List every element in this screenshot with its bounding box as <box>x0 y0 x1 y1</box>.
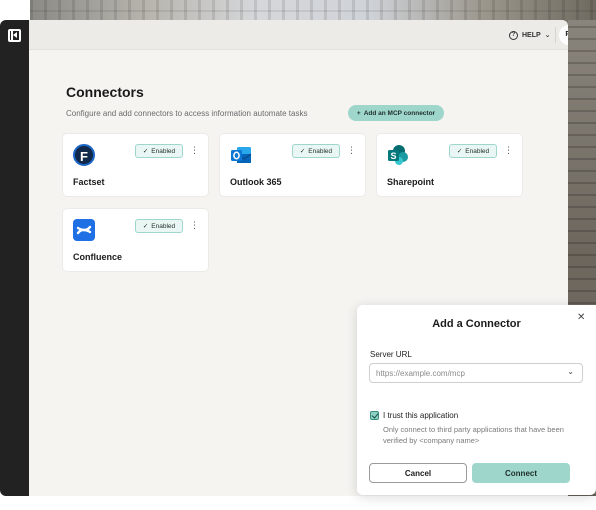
sharepoint-icon: S <box>387 144 409 166</box>
connector-card-confluence[interactable]: ✓ Enabled ⋮ Confluence <box>62 208 209 272</box>
connect-button[interactable]: Connect <box>472 463 570 483</box>
connector-name: Factset <box>73 177 105 187</box>
add-connector-dialog: Add a Connector ✕ Server URL ⌄ I trust t… <box>357 305 596 495</box>
connector-card-sharepoint[interactable]: S ✓ Enabled ⋮ Sharepoint <box>376 133 523 197</box>
chevron-down-icon: ⌄ <box>544 32 551 39</box>
outlook-icon <box>230 144 252 166</box>
check-icon: ✓ <box>142 148 149 155</box>
check-icon: ✓ <box>456 148 463 155</box>
close-icon[interactable]: ✕ <box>577 313 585 323</box>
server-url-field[interactable]: ⌄ <box>369 363 583 383</box>
help-label: HELP <box>522 31 541 39</box>
connector-name: Confluence <box>73 252 123 262</box>
check-icon: ✓ <box>299 148 306 155</box>
dialog-title: Add a Connector <box>432 318 521 330</box>
server-url-label: Server URL <box>370 350 412 359</box>
trust-help-text: Only connect to third party applications… <box>383 425 564 445</box>
avatar[interactable]: PS <box>559 25 568 45</box>
connector-name: Outlook 365 <box>230 177 282 187</box>
app-logo-icon[interactable] <box>8 29 21 42</box>
status-label: Enabled <box>308 147 333 155</box>
check-icon: ✓ <box>142 223 149 230</box>
status-badge[interactable]: ✓ Enabled <box>292 144 340 158</box>
topbar: ? HELP ⌄ PS ⌄ <box>29 20 568 50</box>
status-label: Enabled <box>151 147 176 155</box>
more-options-icon[interactable]: ⋮ <box>190 220 199 230</box>
status-label: Enabled <box>465 147 490 155</box>
sidebar <box>0 20 29 496</box>
status-badge[interactable]: ✓ Enabled <box>135 219 183 233</box>
add-mcp-connector-button[interactable]: + Add an MCP connector <box>348 105 444 121</box>
connector-card-factset[interactable]: F ✓ Enabled ⋮ Factset <box>62 133 209 197</box>
connector-card-outlook-365[interactable]: ✓ Enabled ⋮ Outlook 365 <box>219 133 366 197</box>
plus-icon: + <box>356 109 361 117</box>
cancel-button[interactable]: Cancel <box>369 463 467 483</box>
more-options-icon[interactable]: ⋮ <box>504 145 513 155</box>
svg-text:S: S <box>390 151 396 161</box>
trust-checkbox[interactable] <box>370 411 379 420</box>
status-badge[interactable]: ✓ Enabled <box>135 144 183 158</box>
help-circle-icon: ? <box>509 30 518 40</box>
server-url-input[interactable] <box>376 367 561 380</box>
confluence-icon <box>73 219 95 241</box>
more-options-icon[interactable]: ⋮ <box>190 145 199 155</box>
page-subtitle: Configure and add connectors to access i… <box>66 109 308 118</box>
factset-icon: F <box>73 144 95 166</box>
status-label: Enabled <box>151 222 176 230</box>
status-badge[interactable]: ✓ Enabled <box>449 144 497 158</box>
add-mcp-connector-label: Add an MCP connector <box>363 109 436 117</box>
page-title: Connectors <box>66 84 144 100</box>
connector-name: Sharepoint <box>387 177 435 187</box>
help-menu[interactable]: ? HELP ⌄ <box>503 26 557 44</box>
trust-label: I trust this application <box>383 411 459 420</box>
more-options-icon[interactable]: ⋮ <box>347 145 356 155</box>
topbar-divider <box>555 27 556 43</box>
chevron-down-icon[interactable]: ⌄ <box>567 367 574 376</box>
